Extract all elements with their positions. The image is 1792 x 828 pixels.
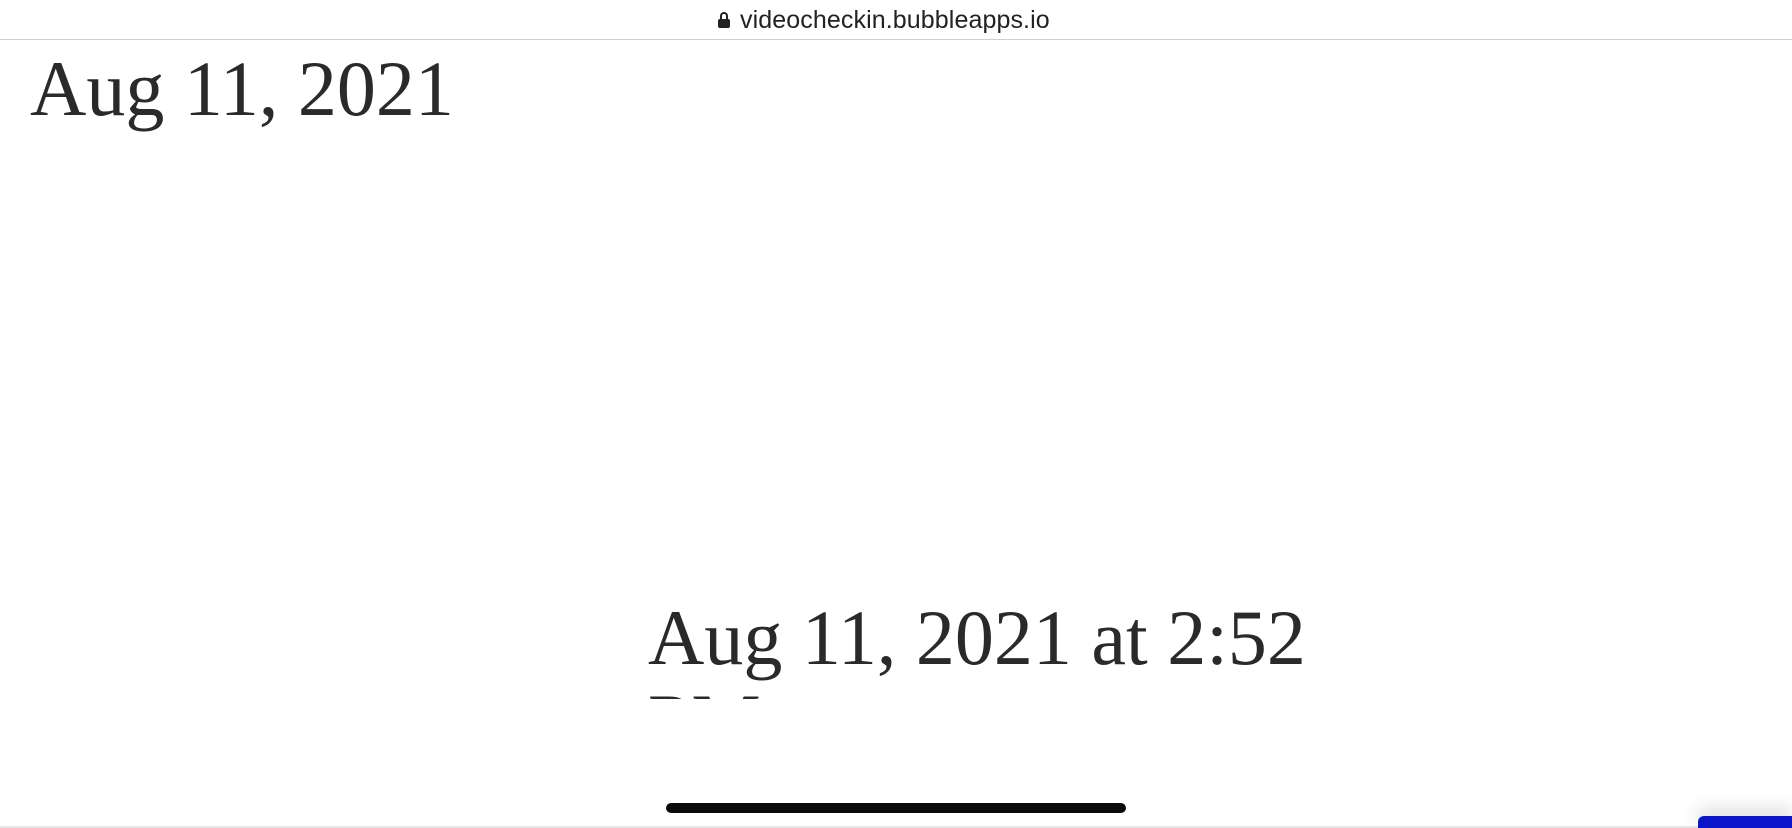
datetime-text: Aug 11, 2021 at 2:52 PM	[648, 596, 1306, 699]
lock-icon	[718, 12, 730, 28]
url-text: videocheckin.bubbleapps.io	[740, 5, 1050, 34]
browser-address-bar[interactable]: videocheckin.bubbleapps.io	[0, 0, 1792, 40]
url-display[interactable]: videocheckin.bubbleapps.io	[718, 5, 1050, 35]
datetime-container: Aug 11, 2021 at 2:52 PM	[648, 596, 1368, 699]
date-heading: Aug 11, 2021	[30, 45, 454, 132]
floating-action-button[interactable]	[1698, 816, 1792, 828]
home-indicator	[666, 803, 1126, 813]
